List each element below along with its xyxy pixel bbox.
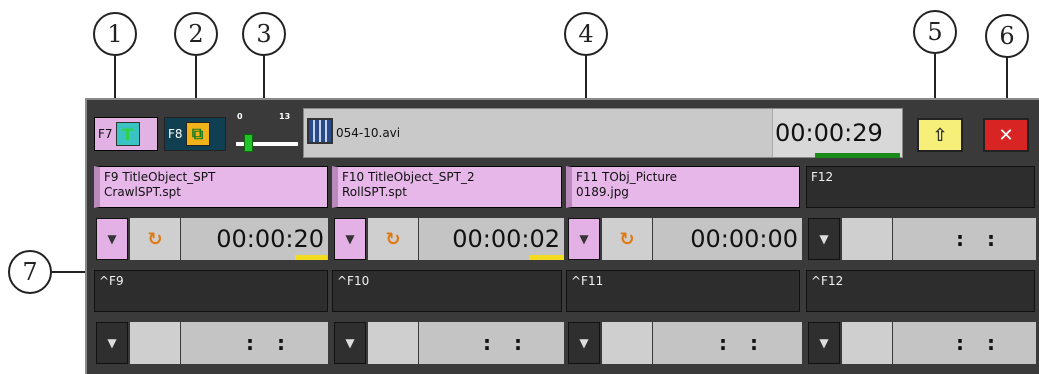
clip-info-area[interactable]: 054-10.avi 00:00:29	[303, 108, 903, 158]
slot-ctrl-f9-key: ^F9	[99, 274, 124, 288]
slot-f12-label[interactable]: F12	[806, 166, 1035, 208]
callout-2-leader	[195, 56, 197, 102]
loop-arrows-icon: ↻	[147, 228, 163, 250]
slot-f11-title: TObj_Picture	[602, 170, 677, 184]
callout-6-leader	[1006, 58, 1008, 102]
slot-ctrl-f12-timecode: : :	[893, 322, 1036, 364]
f7-key-label: F7	[98, 127, 113, 141]
slot-f12-key: F12	[811, 170, 834, 184]
eject-up-icon: ⇧	[932, 124, 948, 146]
slot-ctrl-f10-label[interactable]: ^F10	[332, 270, 562, 312]
chevron-down-icon: ▼	[345, 336, 355, 350]
slot-ctrl-f12-key: ^F12	[811, 274, 844, 288]
slot-f10-key: F10	[342, 170, 365, 184]
clip-file-name: 054-10.avi	[336, 126, 401, 140]
slot-ctrl-f11-timecode: : :	[653, 322, 802, 364]
slot-f10-loop-button[interactable]: ↻	[368, 218, 418, 260]
callout-1-leader	[114, 56, 116, 102]
chevron-down-icon: ▼	[107, 336, 117, 350]
callout-3: 3	[242, 12, 286, 56]
loop-arrows-icon: ↻	[385, 228, 401, 250]
callout-7: 7	[8, 250, 52, 294]
delete-button[interactable]: ✕	[983, 118, 1029, 152]
slot-f11-loop-button[interactable]: ↻	[602, 218, 652, 260]
slot-f11-key: F11	[576, 170, 599, 184]
slot-ctrl-f10-key: ^F10	[337, 274, 370, 288]
f8-key-label: F8	[168, 127, 183, 141]
slot-f11-controls: ▼ ↻ 00:00:00	[568, 218, 802, 260]
slot-ctrl-f10-timecode: : :	[419, 322, 564, 364]
slot-f9-timecode: 00:00:20	[181, 218, 328, 260]
callout-4: 4	[564, 12, 608, 56]
slot-ctrl-f11-controls: ▼ : :	[568, 322, 802, 364]
clip-progress-bar	[815, 153, 900, 158]
speed-slider[interactable]: 0 13	[228, 112, 302, 154]
chevron-down-icon: ▼	[345, 232, 355, 246]
slot-f10-dropdown[interactable]: ▼	[334, 218, 366, 260]
chevron-down-icon: ▼	[819, 232, 829, 246]
slot-ctrl-f12-dropdown[interactable]: ▼	[808, 322, 840, 364]
slot-ctrl-f9-controls: ▼ : :	[96, 322, 328, 364]
slot-ctrl-f11-label[interactable]: ^F11	[566, 270, 800, 312]
slot-f9-dropdown[interactable]: ▼	[96, 218, 128, 260]
delete-red-icon: ✕	[998, 124, 1014, 146]
chevron-down-icon: ▼	[819, 336, 829, 350]
slot-ctrl-f12-controls: ▼ : :	[808, 322, 1036, 364]
slot-f11-dropdown[interactable]: ▼	[568, 218, 600, 260]
f7-button[interactable]: F7 T	[94, 117, 158, 151]
slot-ctrl-f11-loop-button[interactable]	[602, 322, 652, 364]
slot-f12-loop-button[interactable]	[842, 218, 892, 260]
loop-arrows-icon: ↻	[619, 228, 635, 250]
slot-f9-file: CrawlSPT.spt	[104, 185, 181, 199]
f8-button[interactable]: F8 ⧉	[164, 117, 226, 151]
slider-thumb[interactable]	[244, 134, 253, 152]
slot-f12-timecode: : :	[893, 218, 1036, 260]
slot-f12-dropdown[interactable]: ▼	[808, 218, 840, 260]
slot-ctrl-f9-label[interactable]: ^F9	[94, 270, 328, 312]
title-object-icon: T	[115, 122, 140, 146]
chevron-down-icon: ▼	[107, 232, 117, 246]
film-icon	[307, 118, 333, 144]
slot-f11-label[interactable]: F11 TObj_Picture 0189.jpg	[566, 166, 800, 208]
callout-2: 2	[174, 12, 218, 56]
slot-ctrl-f11-key: ^F11	[571, 274, 604, 288]
chevron-down-icon: ▼	[579, 232, 589, 246]
chevron-down-icon: ▼	[579, 336, 589, 350]
slot-f10-file: RollSPT.spt	[342, 185, 407, 199]
slot-ctrl-f10-dropdown[interactable]: ▼	[334, 322, 366, 364]
slot-ctrl-f9-loop-button[interactable]	[130, 322, 180, 364]
slot-ctrl-f11-dropdown[interactable]: ▼	[568, 322, 600, 364]
slot-f10-title: TitleObject_SPT_2	[368, 170, 475, 184]
slot-f9-key: F9	[104, 170, 119, 184]
slider-min-label: 0	[237, 112, 243, 121]
slot-ctrl-f10-loop-button[interactable]	[368, 322, 418, 364]
slot-f10-time-bar	[529, 255, 564, 260]
callout-4-leader	[585, 56, 587, 102]
callout-3-leader	[263, 56, 265, 102]
slot-ctrl-f12-label[interactable]: ^F12	[806, 270, 1035, 312]
callout-1: 1	[93, 12, 137, 56]
slot-ctrl-f10-controls: ▼ : :	[334, 322, 564, 364]
slot-f11-file: 0189.jpg	[576, 185, 629, 199]
slot-f9-label[interactable]: F9 TitleObject_SPT CrawlSPT.spt	[94, 166, 328, 208]
slot-f9-title: TitleObject_SPT	[122, 170, 216, 184]
loop-color-icon: ⧉	[185, 122, 210, 146]
callout-6: 6	[985, 14, 1029, 58]
slot-f10-label[interactable]: F10 TitleObject_SPT_2 RollSPT.spt	[332, 166, 562, 208]
slot-f9-loop-button[interactable]: ↻	[130, 218, 180, 260]
callout-5: 5	[913, 10, 957, 54]
slot-ctrl-f9-timecode: : :	[181, 322, 328, 364]
slot-ctrl-f9-dropdown[interactable]: ▼	[96, 322, 128, 364]
slot-f9-controls: ▼ ↻ 00:00:20	[96, 218, 328, 260]
slot-f9-time-bar	[295, 255, 327, 260]
slot-f12-controls: ▼ : :	[808, 218, 1036, 260]
slot-f11-timecode: 00:00:00	[653, 218, 802, 260]
slider-max-label: 13	[279, 112, 291, 121]
slot-f10-timecode: 00:00:02	[419, 218, 564, 260]
slot-f10-controls: ▼ ↻ 00:00:02	[334, 218, 564, 260]
slot-ctrl-f12-loop-button[interactable]	[842, 322, 892, 364]
clip-duration: 00:00:29	[772, 109, 902, 157]
eject-button[interactable]: ⇧	[917, 118, 963, 152]
callout-5-leader	[934, 54, 936, 102]
